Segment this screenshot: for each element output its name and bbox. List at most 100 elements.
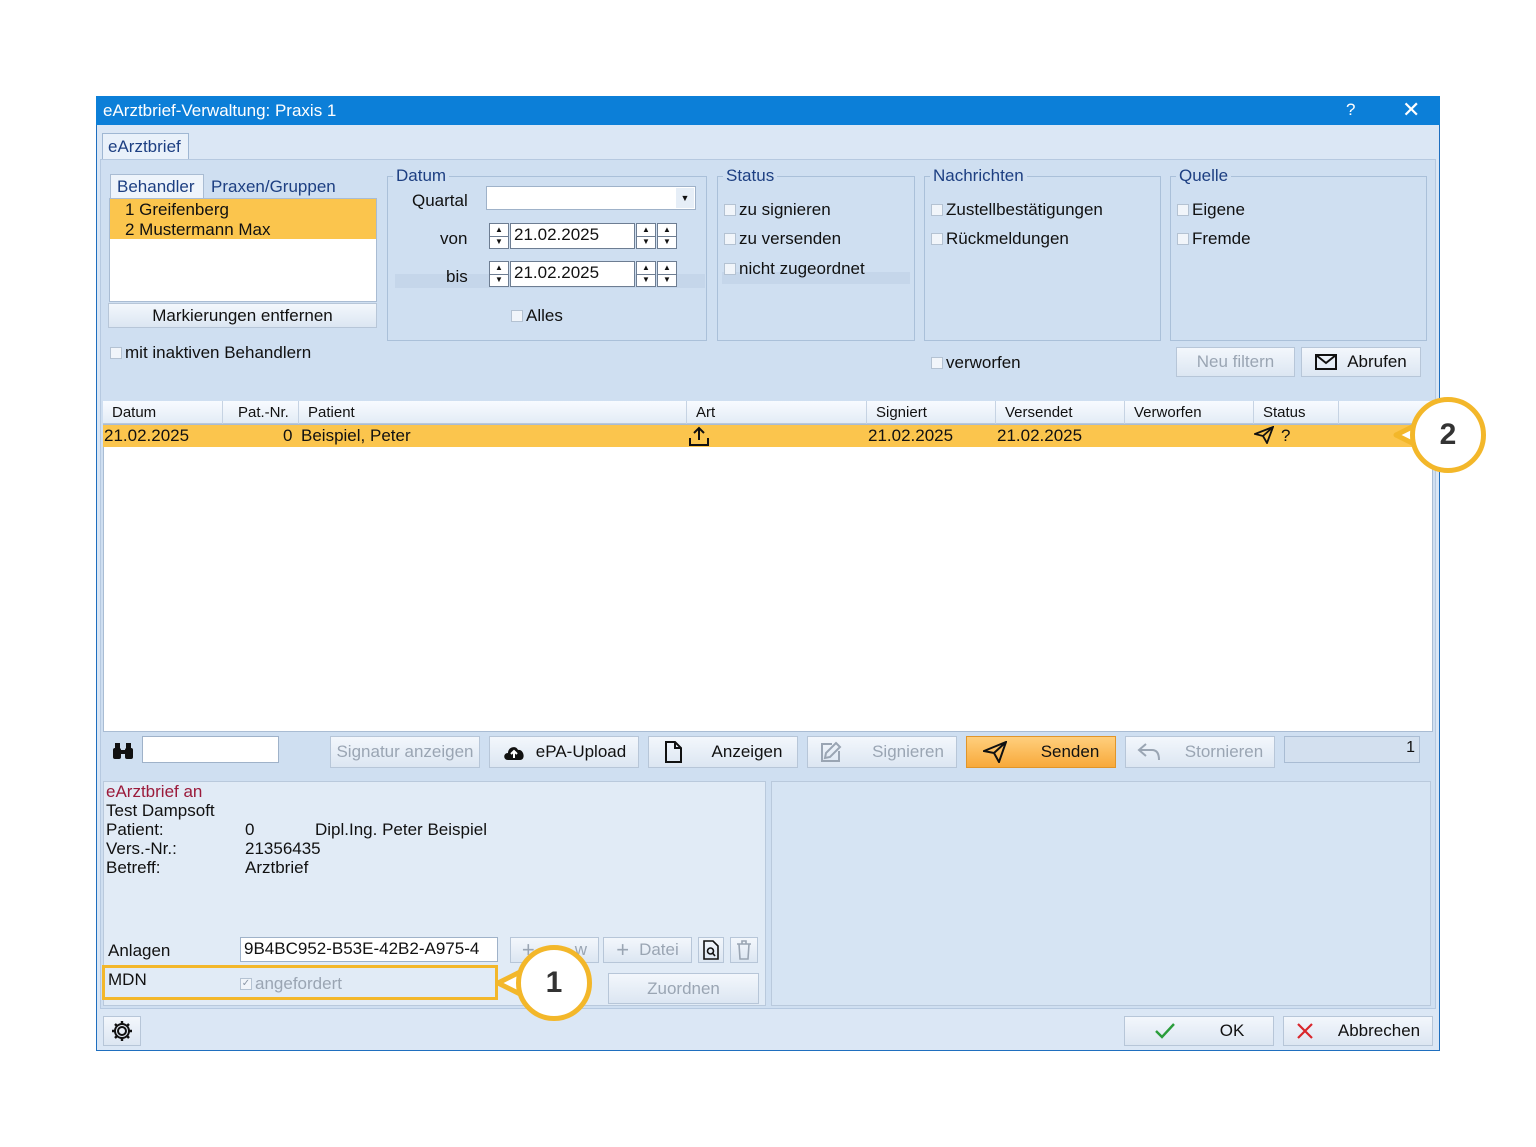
von-label: von — [440, 229, 468, 248]
anzeigen-button[interactable]: Anzeigen — [648, 736, 798, 768]
column-header[interactable]: Datum — [103, 401, 223, 424]
checkbox-checked[interactable]: ✓ — [240, 978, 252, 990]
senden-button[interactable]: Senden — [966, 736, 1116, 768]
verworfen-label: verworfen — [946, 353, 1021, 372]
status-option-label: nicht zugeordnet — [739, 259, 865, 278]
bis-spin-right-a[interactable]: ▲ ▼ — [636, 261, 656, 287]
quartal-select[interactable] — [486, 186, 696, 210]
cell-patnr: 0 — [283, 426, 293, 445]
bis-date-input[interactable]: 21.02.2025 — [510, 261, 635, 287]
column-header[interactable]: Art — [687, 401, 867, 424]
verworfen-checkbox[interactable]: verworfen — [931, 353, 1021, 373]
status-option[interactable]: zu signieren — [724, 200, 831, 220]
quelle-title: Quelle — [1176, 166, 1232, 186]
delete-attachment-button[interactable] — [730, 937, 758, 963]
signieren-button[interactable]: Signieren — [807, 736, 957, 768]
epa-upload-button[interactable]: ePA-Upload — [489, 736, 639, 768]
von-spin-right-a[interactable]: ▲ ▼ — [636, 223, 656, 249]
gear-icon — [112, 1021, 132, 1041]
datei-button[interactable]: + Datei — [603, 937, 692, 963]
document-search-icon — [703, 940, 719, 960]
tab-praxen-gruppen[interactable]: Praxen/Gruppen — [211, 177, 336, 197]
column-header[interactable]: Patient — [299, 401, 687, 424]
signatur-anzeigen-button[interactable]: Signatur anzeigen — [330, 736, 480, 768]
quelle-option[interactable]: Fremde — [1177, 229, 1251, 249]
chevron-down-icon[interactable]: ▼ — [676, 188, 694, 208]
column-header[interactable]: Versendet — [996, 401, 1125, 424]
quelle-option-label: Fremde — [1192, 229, 1251, 248]
checkbox[interactable] — [1177, 204, 1189, 216]
undo-icon — [1137, 743, 1160, 761]
von-date-input[interactable]: 21.02.2025 — [510, 223, 635, 249]
betreff-value: Arztbrief — [245, 858, 309, 877]
send-icon — [982, 741, 1007, 763]
checkbox[interactable] — [724, 233, 736, 245]
quelle-option[interactable]: Eigene — [1177, 200, 1245, 220]
window-title: eArztbrief-Verwaltung: Praxis 1 — [103, 101, 337, 120]
status-option[interactable]: zu versenden — [724, 229, 841, 249]
settings-button[interactable] — [103, 1016, 141, 1046]
tab-earztbrief[interactable]: eArztbrief — [102, 133, 189, 160]
bis-spin-right-b[interactable]: ▲ ▼ — [657, 261, 677, 287]
preview-attachment-button[interactable] — [698, 937, 724, 963]
clear-marks-button[interactable]: Markierungen entfernen — [108, 303, 377, 328]
binoculars-icon[interactable] — [112, 742, 134, 760]
column-header[interactable]: Verworfen — [1125, 401, 1254, 424]
neu-filtern-button[interactable]: Neu filtern — [1176, 347, 1295, 377]
table-header: Datum Pat.-Nr. Patient Art Signiert Vers… — [103, 401, 1433, 424]
search-input[interactable] — [142, 736, 279, 763]
checkbox[interactable] — [724, 263, 736, 275]
von-spin-right-b[interactable]: ▲ ▼ — [657, 223, 677, 249]
inactive-label: mit inaktiven Behandlern — [125, 343, 312, 362]
column-header[interactable]: Pat.-Nr. — [229, 401, 299, 424]
status-option-label: zu signieren — [739, 200, 831, 219]
checkbox[interactable] — [511, 310, 523, 322]
upload-icon — [689, 426, 709, 446]
signieren-label: Signieren — [872, 742, 944, 761]
envelope-icon — [1315, 354, 1338, 370]
abrufen-button[interactable]: Abrufen — [1301, 347, 1421, 377]
alles-checkbox[interactable]: Alles — [511, 306, 563, 326]
status-option[interactable]: nicht zugeordnet — [724, 259, 865, 279]
column-header[interactable]: Signiert — [867, 401, 996, 424]
close-button[interactable]: ✕ — [1402, 97, 1420, 123]
bis-spin-left[interactable]: ▲ ▼ — [489, 261, 509, 287]
checkbox[interactable] — [1177, 233, 1189, 245]
abbrechen-label: Abbrechen — [1337, 1021, 1421, 1040]
checkbox[interactable] — [931, 233, 943, 245]
abbrechen-button[interactable]: Abbrechen — [1283, 1016, 1433, 1046]
anlagen-select[interactable]: 9B4BC952-B53E-42B2-A975-4 — [240, 937, 498, 962]
abrufen-label: Abrufen — [1347, 352, 1407, 371]
checkbox[interactable] — [724, 204, 736, 216]
check-icon — [1154, 1023, 1175, 1039]
nachrichten-option-label: Rückmeldungen — [946, 229, 1069, 248]
quelle-option-label: Eigene — [1192, 200, 1245, 219]
anlagen-label: Anlagen — [108, 941, 171, 960]
column-header[interactable]: Status — [1254, 401, 1339, 424]
nachrichten-option[interactable]: Rückmeldungen — [931, 229, 1069, 249]
patient-label: Patient: — [106, 820, 164, 839]
alles-label: Alles — [526, 306, 563, 325]
status-option-label: zu versenden — [739, 229, 842, 248]
letters-table[interactable] — [103, 424, 1433, 732]
angefordert-checkbox[interactable]: ✓ angefordert — [240, 974, 342, 994]
doctor-list[interactable]: 1 Greifenberg 2 Mustermann Max — [109, 198, 377, 302]
angefordert-label: angefordert — [255, 974, 342, 993]
von-spin-left[interactable]: ▲ ▼ — [489, 223, 509, 249]
table-row[interactable]: 21.02.2025 0 Beispiel, Peter 21.02.2025 … — [103, 425, 1433, 447]
ok-button[interactable]: OK — [1124, 1016, 1274, 1046]
tab-behandler[interactable]: Behandler — [110, 174, 204, 198]
nachrichten-option[interactable]: Zustellbestätigungen — [931, 200, 1103, 220]
stornieren-button[interactable]: Stornieren — [1125, 736, 1275, 768]
checkbox[interactable] — [931, 357, 943, 369]
help-button[interactable]: ? — [1346, 100, 1355, 120]
anzeigen-label: Anzeigen — [711, 742, 783, 761]
inactive-checkbox[interactable]: mit inaktiven Behandlern — [110, 343, 311, 363]
ok-label: OK — [1219, 1021, 1245, 1040]
checkbox[interactable] — [931, 204, 943, 216]
doctor-item[interactable]: 2 Mustermann Max — [125, 220, 361, 240]
doctor-item[interactable]: 1 Greifenberg — [125, 200, 361, 220]
zuordnen-button[interactable]: Zuordnen — [608, 973, 759, 1004]
edit-icon — [821, 741, 842, 762]
checkbox[interactable] — [110, 347, 122, 359]
